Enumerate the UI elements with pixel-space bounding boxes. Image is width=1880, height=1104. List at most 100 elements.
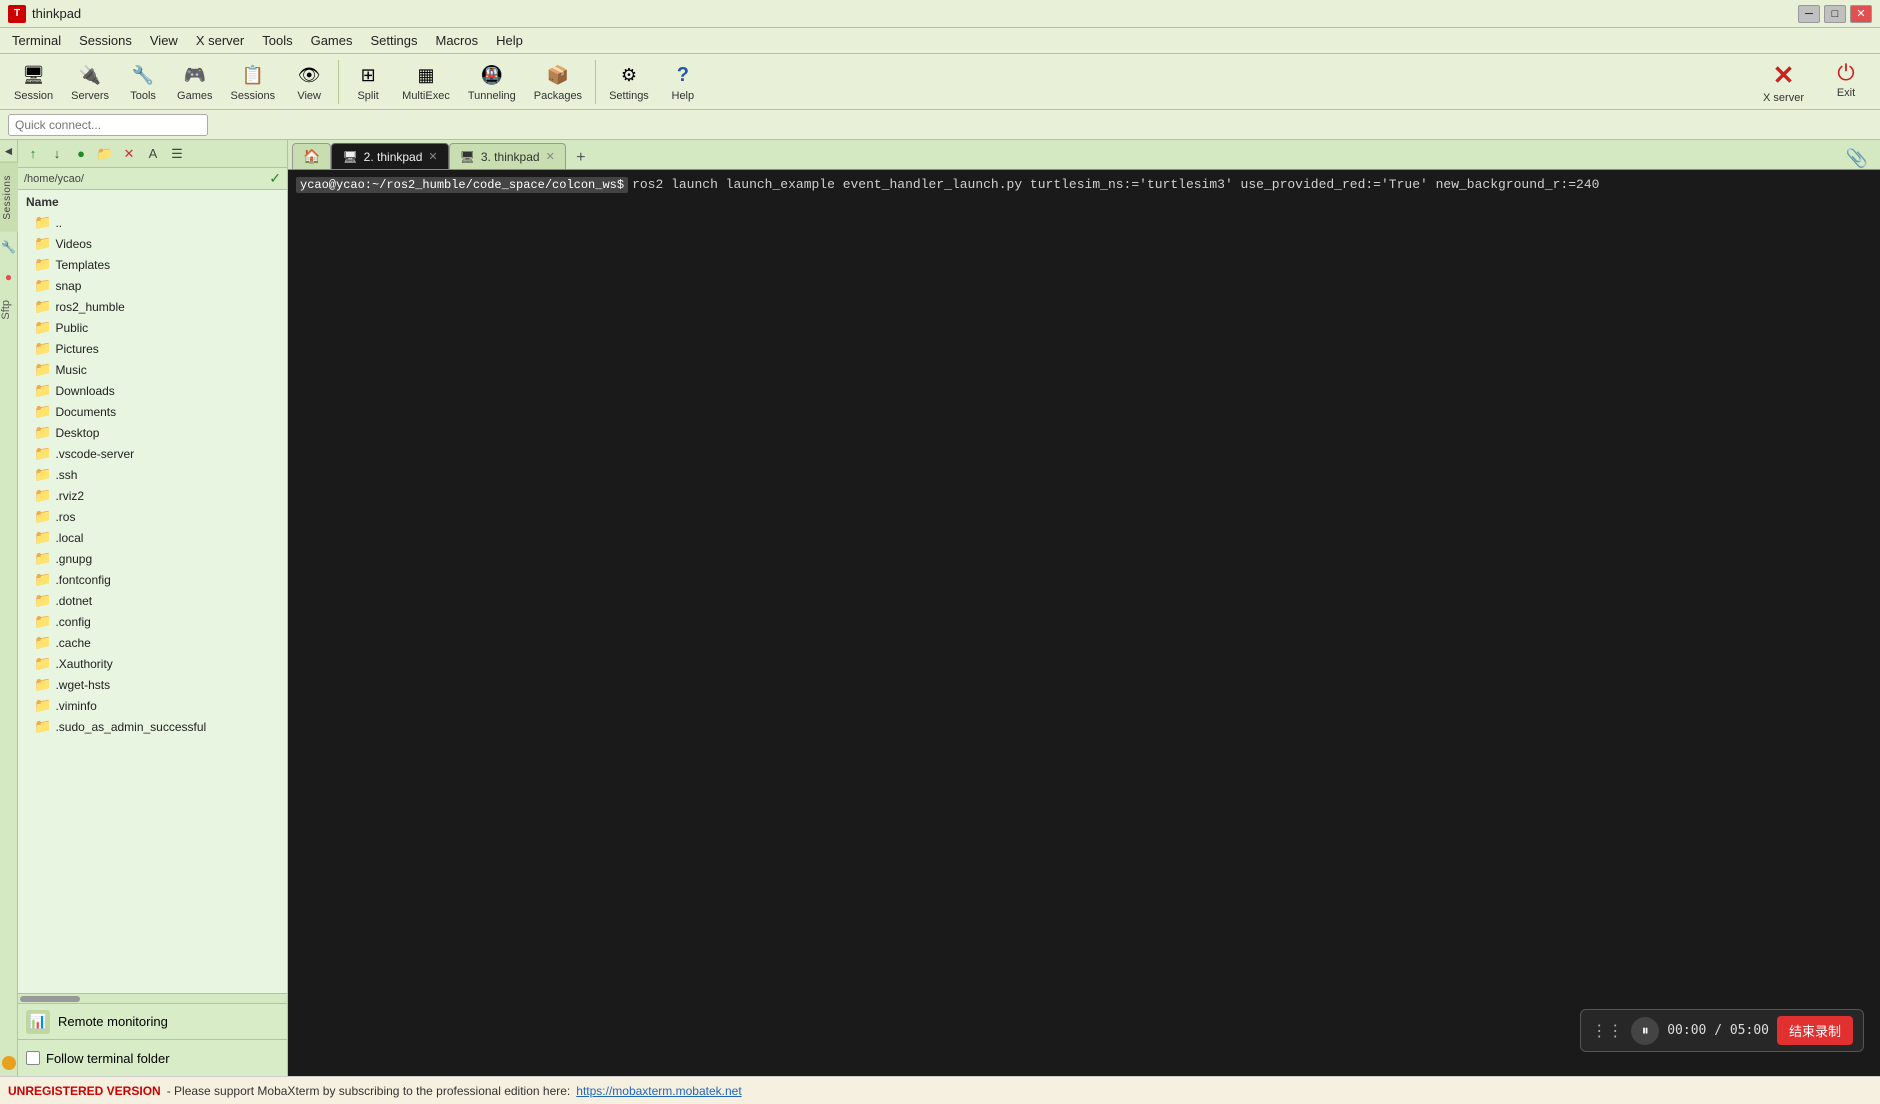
follow-folder-checkbox[interactable] [26,1051,40,1065]
recording-menu-icon[interactable]: ⋮⋮ [1591,1021,1623,1041]
toolbar-session[interactable]: 🖥 Session [6,58,61,105]
menu-terminal[interactable]: Terminal [4,31,69,50]
file-refresh-button[interactable]: ● [70,144,92,164]
toolbar-multiexec[interactable]: ▦ MultiExec [394,58,458,105]
file-new-folder-button[interactable]: 📁 [94,144,116,164]
recording-stop-button[interactable]: 结束录制 [1777,1016,1853,1045]
sftp-side-tab[interactable]: Sftp [0,292,18,328]
menu-bar: Terminal Sessions View X server Tools Ga… [0,28,1880,54]
quick-connect-input[interactable] [8,114,208,136]
tree-item-downloads[interactable]: 📁 Downloads [18,380,287,401]
file-menu-button[interactable]: ☰ [166,144,188,164]
tab-2-thinkpad[interactable]: 🖥 2. thinkpad ✕ [331,143,448,169]
file-tree: Name 📁 .. 📁 Videos 📁 Templates 📁 snap [18,190,287,739]
tree-item-label: Desktop [55,426,99,440]
tree-item-viminfo[interactable]: 📁 .viminfo [18,695,287,716]
toolbar-tools[interactable]: 🔧 Tools [119,58,167,105]
tree-item-label: .fontconfig [55,573,110,587]
status-message: - Please support MobaXterm by subscribin… [167,1084,571,1098]
tree-item-wget-hsts[interactable]: 📁 .wget-hsts [18,674,287,695]
tab-2-close-button[interactable]: ✕ [428,150,437,163]
menu-macros[interactable]: Macros [427,31,486,50]
toolbar-sessions[interactable]: 📋 Sessions [223,58,284,105]
tree-item-dotnet[interactable]: 📁 .dotnet [18,590,287,611]
remote-monitoring[interactable]: 📊 Remote monitoring [18,1004,287,1040]
toolbar-tunneling[interactable]: 🚇 Tunneling [460,58,524,105]
hscroll-thumb[interactable] [20,996,80,1002]
tree-item-label: Pictures [55,342,98,356]
tab-3-close-button[interactable]: ✕ [546,150,555,163]
terminal-area[interactable]: ycao@ycao:~/ros2_humble/code_space/colco… [288,170,1880,1076]
tree-item-rviz2[interactable]: 📁 .rviz2 [18,485,287,506]
tree-item-music[interactable]: 📁 Music [18,359,287,380]
menu-tools[interactable]: Tools [254,31,300,50]
status-link[interactable]: https://mobaxterm.mobatek.net [576,1084,741,1098]
tree-item-label: Documents [55,405,116,419]
tree-item-label: Templates [55,258,110,272]
tree-item-vscode-server[interactable]: 📁 .vscode-server [18,443,287,464]
menu-games[interactable]: Games [303,31,361,50]
tree-item-local[interactable]: 📁 .local [18,527,287,548]
tree-item-label: .gnupg [55,552,92,566]
file-down-button[interactable]: ↓ [46,144,68,164]
recording-pause-button[interactable]: ⏸ [1631,1017,1659,1045]
tree-item-label: Music [55,363,86,377]
tree-item-public[interactable]: 📁 Public [18,317,287,338]
tree-item-templates[interactable]: 📁 Templates [18,254,287,275]
tree-item-parent[interactable]: 📁 .. [18,212,287,233]
tools-icon: 🔧 [129,61,157,89]
close-button[interactable]: ✕ [1850,5,1872,23]
toolbar-servers[interactable]: 🔌 Servers [63,58,117,105]
nav-back-button[interactable]: ◄ [3,140,15,162]
settings-label: Settings [609,90,649,102]
toolbar-right: ✕ X server ⏻ Exit [1753,57,1874,107]
tools-side-icon[interactable]: 🔧 [0,232,18,262]
menu-view[interactable]: View [142,31,186,50]
exit-button[interactable]: ⏻ Exit [1818,57,1874,107]
path-bar: /home/ycao/ ✓ [18,168,287,190]
tab-3-thinkpad[interactable]: 🖥 3. thinkpad ✕ [449,143,566,169]
menu-help[interactable]: Help [488,31,531,50]
tree-item-documents[interactable]: 📁 Documents [18,401,287,422]
file-delete-button[interactable]: ✕ [118,144,140,164]
tree-item-ros2humble[interactable]: 📁 ros2_humble [18,296,287,317]
toolbar-settings[interactable]: ⚙ Settings [601,58,657,105]
file-tree-hscrollbar[interactable] [18,993,287,1003]
xserver-button[interactable]: ✕ X server [1753,57,1814,107]
home-tab-icon: 🏠 [303,148,320,165]
tree-item-desktop[interactable]: 📁 Desktop [18,422,287,443]
menu-xserver[interactable]: X server [188,31,252,50]
folder-icon: 📁 [34,361,51,378]
toolbar-help[interactable]: ? Help [659,58,707,105]
tree-item-ssh[interactable]: 📁 .ssh [18,464,287,485]
toolbar-packages[interactable]: 📦 Packages [526,58,590,105]
maximize-button[interactable]: □ [1824,5,1846,23]
tree-item-label: .dotnet [55,594,92,608]
tree-item-gnupg[interactable]: 📁 .gnupg [18,548,287,569]
menu-settings[interactable]: Settings [363,31,426,50]
tree-item-pictures[interactable]: 📁 Pictures [18,338,287,359]
tree-item-snap[interactable]: 📁 snap [18,275,287,296]
toolbar-split[interactable]: ⊞ Split [344,58,392,105]
toolbar-games[interactable]: 🎮 Games [169,58,220,105]
file-tree-container[interactable]: Name 📁 .. 📁 Videos 📁 Templates 📁 snap [18,190,287,993]
file-rename-button[interactable]: A [142,144,164,164]
title-bar: T thinkpad ─ □ ✕ [0,0,1880,28]
tree-item-sudo-admin[interactable]: 📁 .sudo_as_admin_successful [18,716,287,737]
macros-side-icon[interactable]: ● [0,262,18,292]
menu-sessions[interactable]: Sessions [71,31,140,50]
tree-item-label: Downloads [55,384,114,398]
minimize-button[interactable]: ─ [1798,5,1820,23]
tree-item-fontconfig[interactable]: 📁 .fontconfig [18,569,287,590]
tree-item-ros[interactable]: 📁 .ros [18,506,287,527]
tab-home[interactable]: 🏠 [292,143,331,169]
remote-monitoring-label: Remote monitoring [58,1014,168,1029]
tree-item-cache[interactable]: 📁 .cache [18,632,287,653]
sessions-side-tab[interactable]: Sessions [0,162,18,232]
add-tab-button[interactable]: + [570,147,592,169]
tree-item-config[interactable]: 📁 .config [18,611,287,632]
tree-item-videos[interactable]: 📁 Videos [18,233,287,254]
tree-item-xauthority[interactable]: 📁 .Xauthority [18,653,287,674]
file-up-button[interactable]: ↑ [22,144,44,164]
toolbar-view[interactable]: 👁 View [285,58,333,105]
